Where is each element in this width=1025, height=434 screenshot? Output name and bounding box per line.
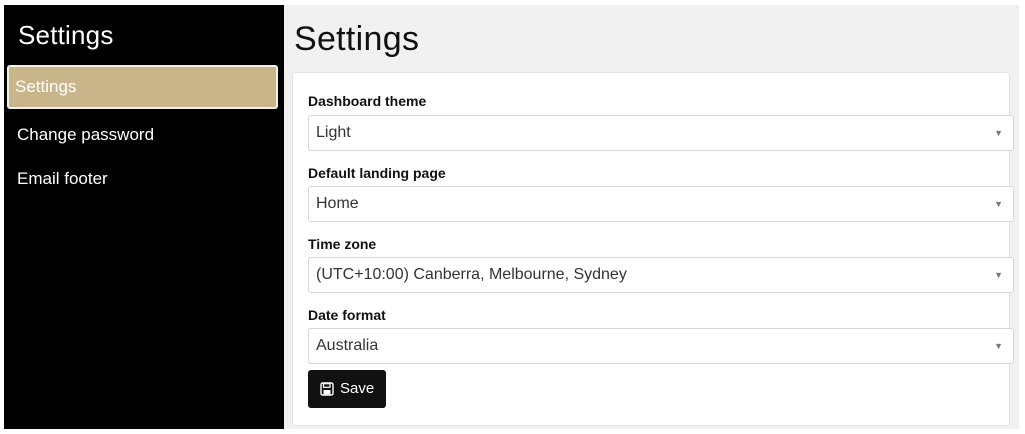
- save-button-label: Save: [340, 380, 375, 397]
- time-zone-label: Time zone: [308, 236, 377, 252]
- main-content: Settings Dashboard theme Light ▼ Default…: [281, 5, 1019, 429]
- caret-down-icon: ▼: [994, 199, 1003, 209]
- sidebar-item-email-footer[interactable]: Email footer: [7, 157, 278, 201]
- sidebar-title: Settings: [18, 20, 114, 50]
- floppy-disk-icon: [320, 382, 334, 396]
- default-landing-page-select[interactable]: Home ▼: [308, 186, 1014, 222]
- settings-form: Dashboard theme Light ▼ Default landing …: [292, 72, 1014, 426]
- dashboard-theme-value: Light: [316, 124, 351, 141]
- caret-down-icon: ▼: [994, 341, 1003, 351]
- default-landing-page-label: Default landing page: [308, 165, 446, 181]
- caret-down-icon: ▼: [994, 270, 1003, 280]
- caret-down-icon: ▼: [994, 128, 1003, 138]
- date-format-label: Date format: [308, 307, 386, 323]
- sidebar: Settings Settings Change password Email …: [4, 5, 281, 429]
- sidebar-item-settings[interactable]: Settings: [7, 65, 278, 109]
- date-format-value: Australia: [316, 337, 379, 354]
- app-frame: Settings Settings Change password Email …: [4, 5, 1019, 429]
- save-button[interactable]: Save: [308, 370, 387, 408]
- default-landing-page-value: Home: [316, 195, 359, 212]
- time-zone-select[interactable]: (UTC+10:00) Canberra, Melbourne, Sydney …: [308, 257, 1014, 293]
- page-title: Settings: [294, 20, 420, 58]
- time-zone-value: (UTC+10:00) Canberra, Melbourne, Sydney: [316, 266, 627, 283]
- date-format-select[interactable]: Australia ▼: [308, 328, 1014, 364]
- dashboard-theme-label: Dashboard theme: [308, 93, 427, 109]
- sidebar-item-change-password[interactable]: Change password: [7, 113, 278, 157]
- dashboard-theme-select[interactable]: Light ▼: [308, 115, 1014, 151]
